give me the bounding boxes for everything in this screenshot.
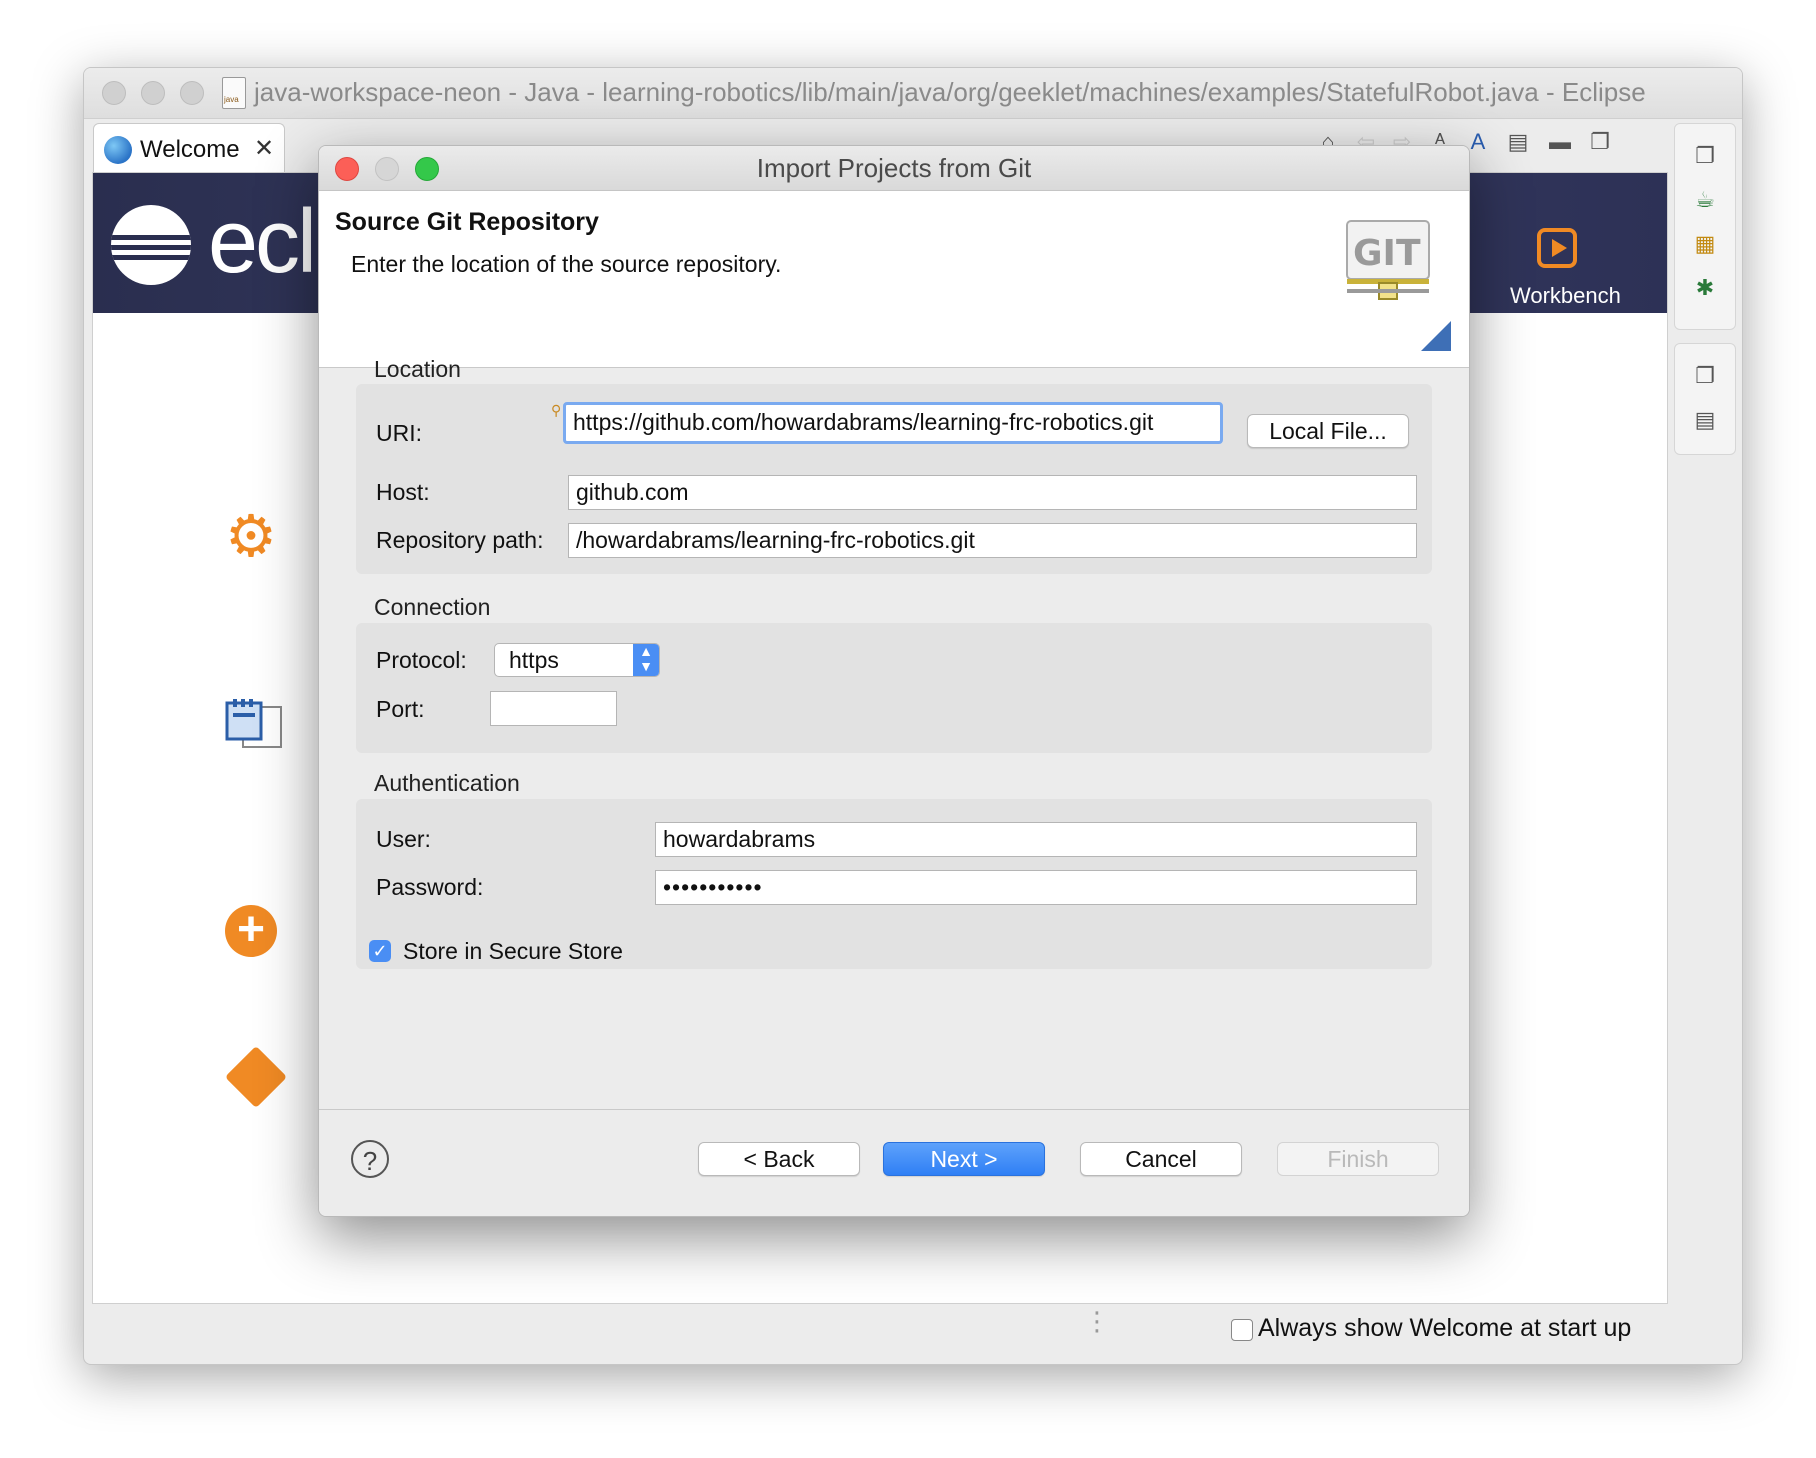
password-input[interactable]: ••••••••••• [655, 870, 1417, 905]
dialog-footer: ? < Back Next > Cancel Finish [319, 1109, 1469, 1216]
store-secure-label[interactable]: Store in Secure Store [403, 938, 623, 965]
local-file-button[interactable]: Local File... [1247, 414, 1409, 448]
welcome-icon [104, 136, 132, 164]
maximize-view-icon[interactable]: ❐ [1586, 128, 1614, 156]
banner-brand-text: ecl [208, 192, 317, 292]
restore-icon[interactable]: ❐ [1691, 362, 1719, 390]
debug-perspective-icon[interactable]: ✱ [1691, 274, 1719, 302]
always-show-checkbox[interactable] [1231, 1319, 1253, 1341]
host-label: Host: [376, 479, 430, 505]
wizard-page-description: Enter the location of the source reposit… [351, 251, 782, 277]
restore-icon[interactable]: ❐ [1691, 142, 1719, 170]
user-label: User: [376, 826, 431, 852]
git-icon[interactable] [224, 1045, 288, 1109]
add-icon[interactable]: + [225, 905, 277, 957]
wizard-page-title: Source Git Repository [335, 208, 599, 236]
wizard-header: Source Git Repository Enter the location… [319, 191, 1469, 368]
uri-input[interactable]: https://github.com/howardabrams/learning… [563, 402, 1223, 444]
task-list-icon[interactable]: ▤ [1691, 406, 1719, 434]
java-file-icon [222, 77, 246, 109]
protocol-select[interactable]: https ▲ ▼ [494, 643, 660, 677]
connection-group-label: Connection [374, 594, 491, 620]
repository-path-label: Repository path: [376, 527, 544, 553]
eclipse-logo-icon [111, 205, 191, 285]
window-minimize-button[interactable] [141, 81, 165, 105]
git-wizard-icon: GIT [1346, 220, 1451, 351]
cancel-button[interactable]: Cancel [1080, 1142, 1242, 1176]
window-title: java-workspace-neon - Java - learning-ro… [254, 77, 1646, 107]
java-perspective-icon[interactable]: ☕ [1691, 186, 1719, 214]
workbench-icon[interactable] [1537, 228, 1577, 268]
store-secure-checkbox[interactable]: ✓ [369, 940, 391, 962]
svg-text:GIT: GIT [1353, 233, 1421, 274]
required-marker-icon: ⚲ [551, 402, 562, 418]
help-icon[interactable]: ? [351, 1140, 389, 1178]
select-arrows-icon: ▲ ▼ [633, 644, 659, 676]
authentication-group-label: Authentication [374, 770, 520, 796]
minimize-view-icon[interactable]: ▬ [1546, 128, 1574, 156]
password-label: Password: [376, 874, 484, 900]
grip-handle-icon[interactable]: ⋮ [1084, 1306, 1110, 1337]
window-close-button[interactable] [102, 81, 126, 105]
customize-page-icon[interactable]: ▤ [1504, 128, 1532, 156]
close-tab-icon[interactable]: ✕ [254, 134, 274, 163]
next-button[interactable]: Next > [883, 1142, 1045, 1176]
perspective-group-top: ❐ ☕ ▦ ✱ [1674, 123, 1736, 330]
protocol-selected-value: https [509, 647, 559, 673]
perspective-bar: ❐ ☕ ▦ ✱ ❐ ▤ [1674, 123, 1736, 503]
back-button[interactable]: < Back [698, 1142, 860, 1176]
eclipse-titlebar: java-workspace-neon - Java - learning-ro… [84, 68, 1742, 119]
always-show-label[interactable]: Always show Welcome at start up [1258, 1314, 1631, 1343]
gear-icon[interactable]: ⚙ [225, 508, 277, 566]
port-input[interactable] [490, 691, 617, 726]
protocol-label: Protocol: [376, 647, 467, 673]
dialog-title: Import Projects from Git [756, 153, 1032, 183]
location-group-label: Location [374, 356, 461, 382]
import-git-dialog: Import Projects from Git Source Git Repo… [318, 145, 1470, 1217]
welcome-tab-label: Welcome [140, 136, 240, 163]
uri-label: URI: [376, 420, 422, 446]
port-label: Port: [376, 696, 425, 722]
window-zoom-button[interactable] [180, 81, 204, 105]
user-input[interactable]: howardabrams [655, 822, 1417, 857]
finish-button[interactable]: Finish [1277, 1142, 1439, 1176]
dialog-titlebar: Import Projects from Git [319, 146, 1469, 191]
repository-path-input[interactable]: /howardabrams/learning-frc-robotics.git [568, 523, 1417, 558]
samples-icon[interactable] [225, 699, 285, 751]
git-perspective-icon[interactable]: ▦ [1691, 230, 1719, 258]
workbench-link[interactable]: Workbench [1510, 283, 1621, 309]
perspective-group-bottom: ❐ ▤ [1674, 343, 1736, 455]
host-input[interactable]: github.com [568, 475, 1417, 510]
welcome-tab[interactable]: Welcome ✕ [93, 123, 285, 174]
